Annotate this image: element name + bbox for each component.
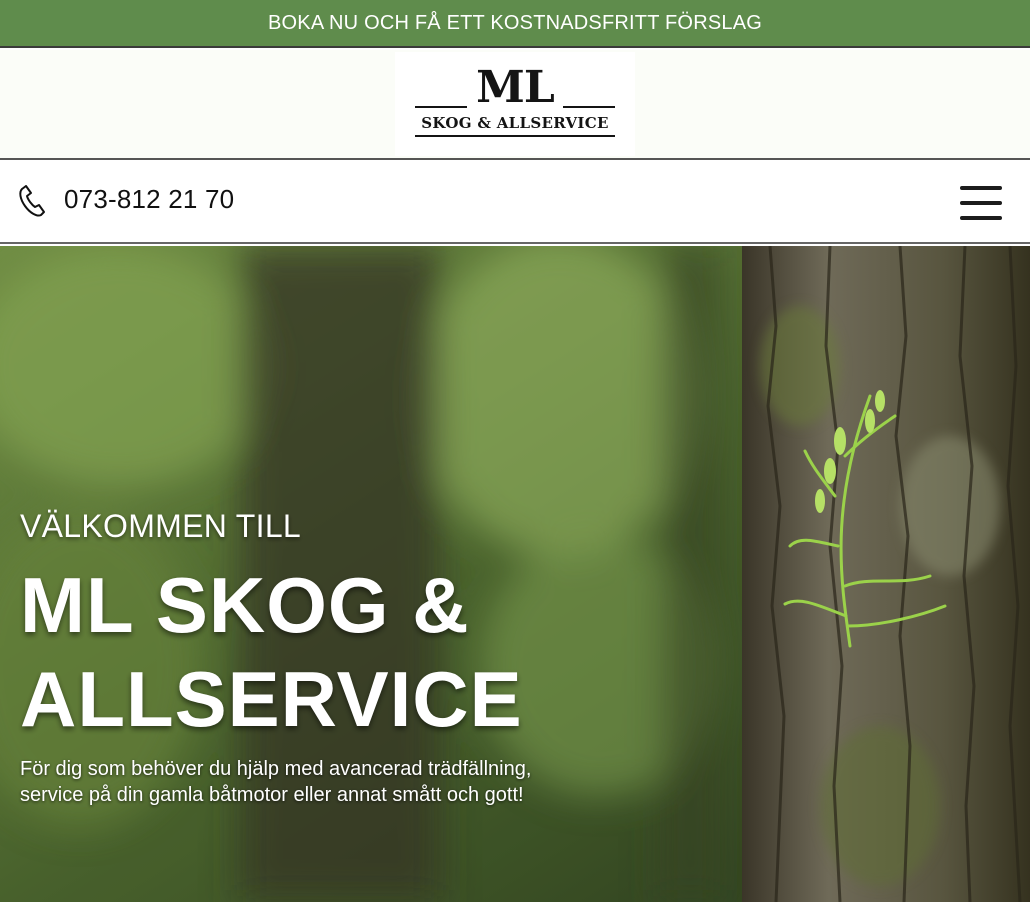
promo-banner[interactable]: BOKA NU OCH FÅ ETT KOSTNADSFRITT FÖRSLAG [0,0,1030,48]
hero-subtitle: För dig som behöver du hjälp med avancer… [20,756,580,808]
logo-rule [415,135,615,137]
logo-header: ML SKOG & ALLSERVICE [0,50,1030,160]
hamburger-menu-icon[interactable] [956,182,1006,224]
contact-bar: 073-812 21 70 [0,162,1030,244]
hero-subtitle-line: För dig som behöver du hjälp med avancer… [20,758,532,780]
menu-bar [960,186,1002,190]
hero-section: VÄLKOMMEN TILL ML SKOG & ALLSERVICE För … [0,246,1030,902]
promo-text[interactable]: BOKA NU OCH FÅ ETT KOSTNADSFRITT FÖRSLAG [268,12,762,35]
phone-icon[interactable] [18,184,46,218]
logo-main-text: ML [476,62,555,113]
menu-bar [960,216,1002,220]
site-logo[interactable]: ML SKOG & ALLSERVICE [395,52,635,156]
hero-title-line: ALLSERVICE [20,655,523,743]
logo-rule [563,106,615,108]
hero-text-block: VÄLKOMMEN TILL ML SKOG & ALLSERVICE För … [20,508,580,808]
menu-bar [960,201,1002,205]
hero-welcome-heading: VÄLKOMMEN TILL [20,508,302,544]
hero-title-line: ML SKOG & [20,561,470,649]
phone-number-link[interactable]: 073-812 21 70 [64,184,234,215]
hero-title: ML SKOG & ALLSERVICE [20,558,580,746]
logo-sub-text: SKOG & ALLSERVICE [421,114,609,132]
hero-subtitle-line: service på din gamla båtmotor eller anna… [20,784,524,806]
